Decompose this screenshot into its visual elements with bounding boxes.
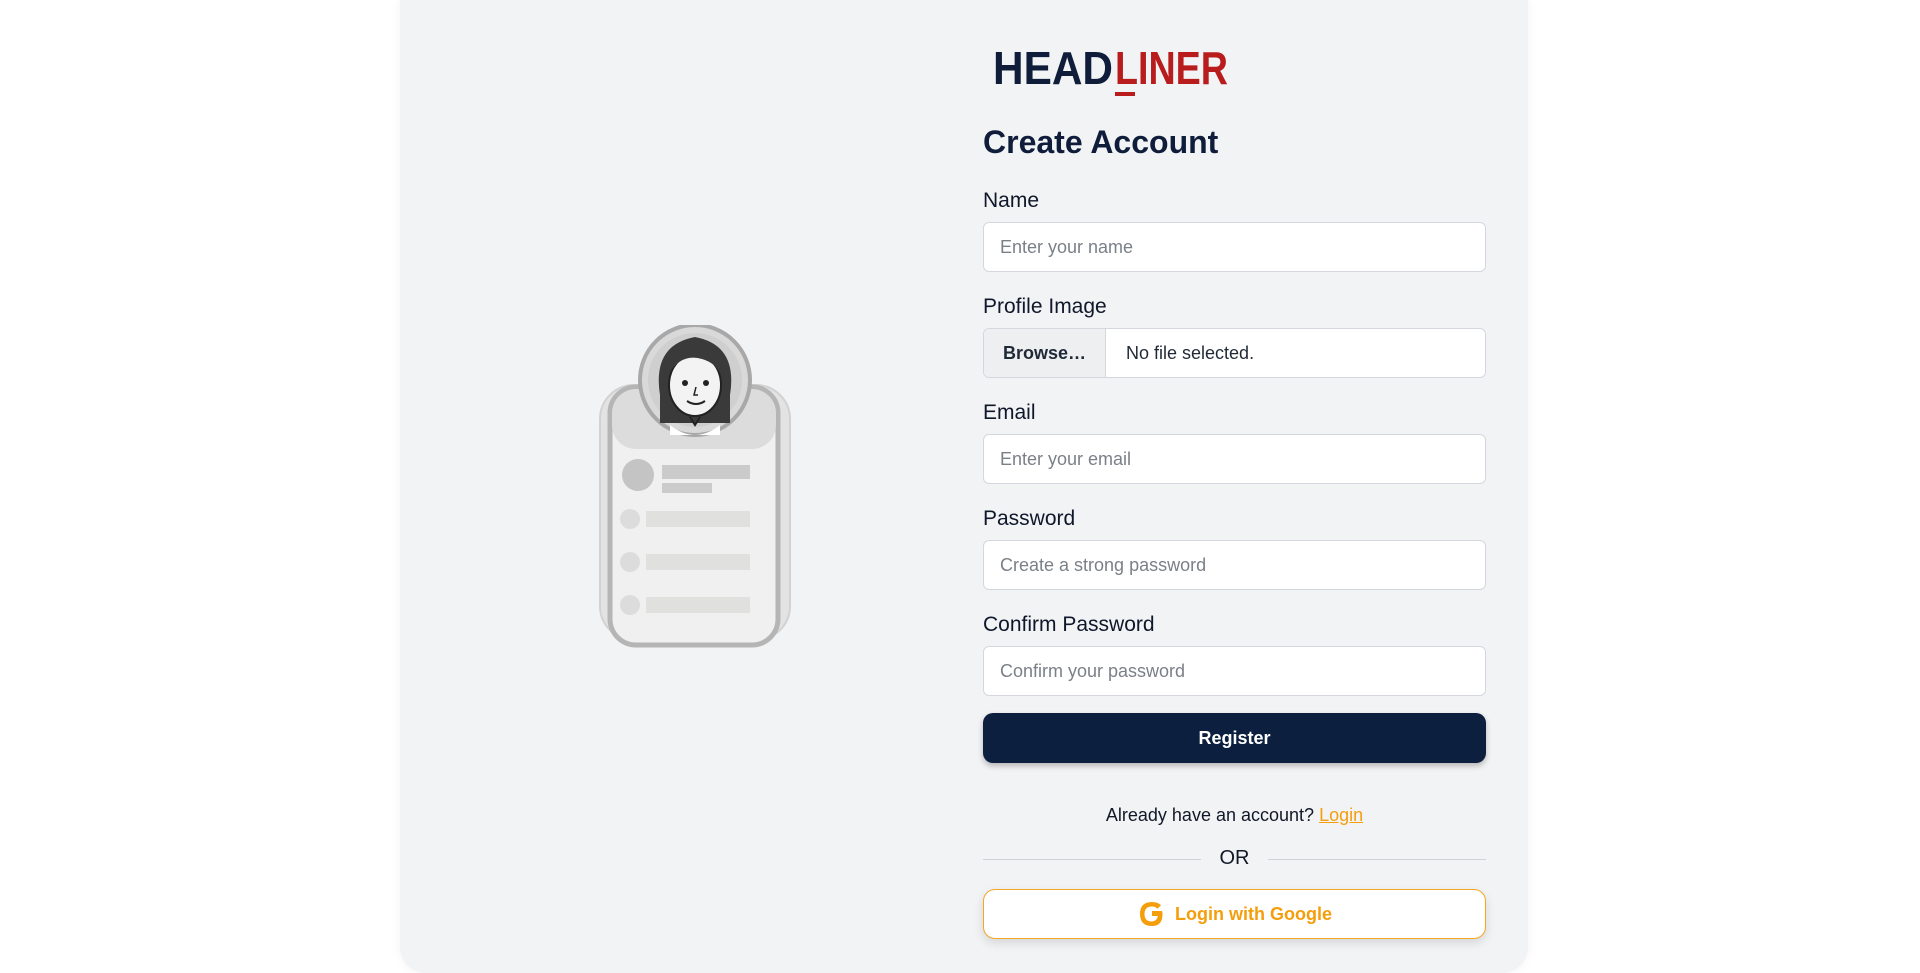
email-label: Email: [983, 401, 1036, 424]
google-login-label: Login with Google: [1175, 903, 1332, 924]
divider-line-right: [1268, 859, 1486, 860]
google-g-icon: [1140, 902, 1163, 926]
password-label: Password: [983, 507, 1076, 530]
email-input[interactable]: [983, 434, 1486, 484]
profile-card-illustration: [599, 325, 791, 648]
name-input[interactable]: [983, 222, 1486, 272]
headliner-logo: HEAD LINER: [993, 42, 1228, 96]
profile-image-field: Browse… No file selected.: [983, 328, 1486, 378]
confirm-password-input[interactable]: [983, 646, 1486, 696]
logo-part1: HEAD: [993, 42, 1113, 94]
login-prompt-text: Already have an account?: [1105, 805, 1315, 825]
file-status: No file selected.: [1126, 342, 1255, 363]
name-label: Name: [983, 189, 1040, 212]
page-title: Create Account: [983, 124, 1219, 160]
google-login-button[interactable]: Login with Google: [983, 889, 1486, 939]
login-link[interactable]: Login: [1319, 805, 1363, 825]
confirm-password-label: Confirm Password: [983, 613, 1155, 636]
login-prompt: Already have an account? Login: [983, 805, 1486, 826]
password-input[interactable]: [983, 540, 1486, 590]
profile-image-label: Profile Image: [983, 295, 1107, 318]
browse-button[interactable]: Browse…: [984, 329, 1106, 377]
register-card: HEAD LINER Create Account Name Profile I…: [400, 0, 1528, 973]
or-divider: OR: [983, 847, 1486, 871]
logo-part2: LINER: [1115, 42, 1228, 94]
register-button[interactable]: Register: [983, 713, 1486, 763]
